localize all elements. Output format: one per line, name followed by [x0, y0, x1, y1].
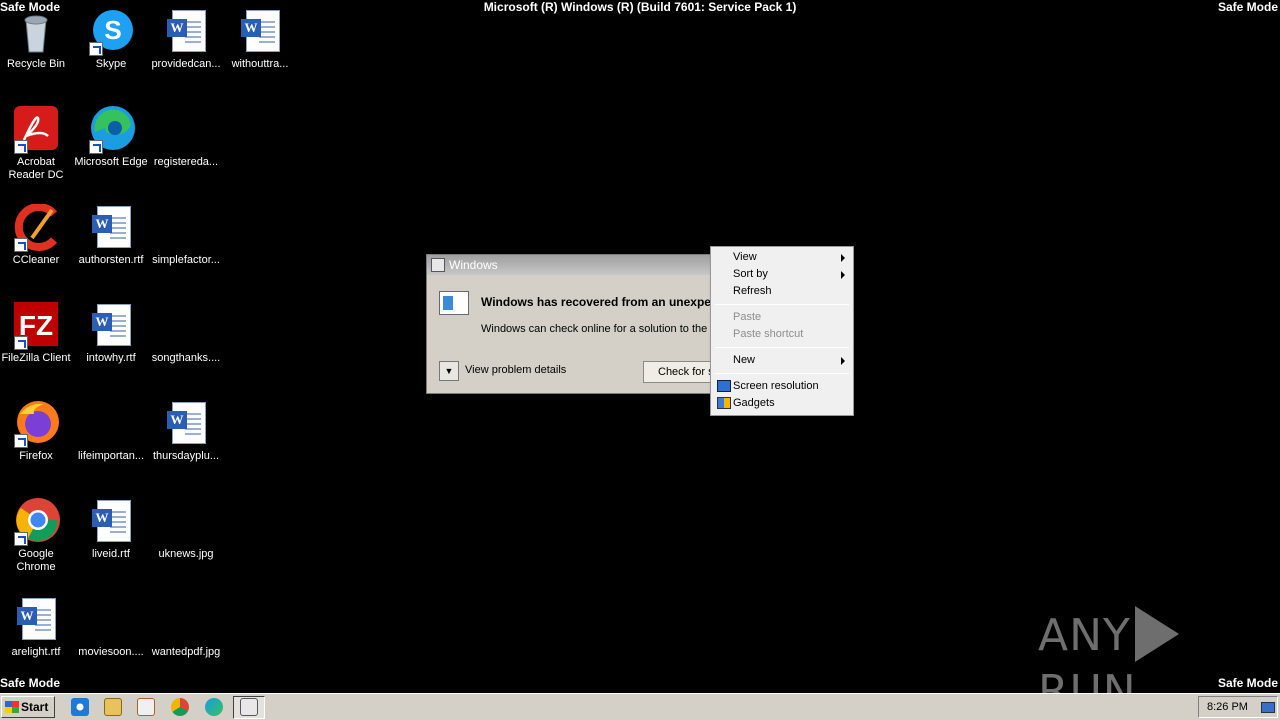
- dialog-title: Windows: [449, 258, 498, 272]
- filezilla-icon: FZ: [12, 302, 60, 350]
- word-document-icon: W: [87, 204, 135, 252]
- desktop-icon-uknews[interactable]: uknews.jpg: [148, 498, 224, 561]
- desktop-icon-authorsten[interactable]: W authorsten.rtf: [73, 204, 149, 267]
- menu-separator: [715, 304, 849, 305]
- menu-item-refresh[interactable]: Refresh: [713, 283, 851, 300]
- word-document-icon: W: [162, 400, 210, 448]
- menu-item-sort-by[interactable]: Sort by: [713, 266, 851, 283]
- dialog-title-bar[interactable]: Windows: [427, 255, 725, 275]
- details-toggle-button[interactable]: ▼: [439, 361, 459, 381]
- word-document-icon: W: [87, 302, 135, 350]
- acrobat-icon: [12, 106, 60, 154]
- play-logo-icon: [1134, 606, 1179, 662]
- desktop-icon-songthanks[interactable]: songthanks....: [148, 302, 224, 365]
- desktop-icon-acrobat[interactable]: Acrobat Reader DC: [0, 106, 74, 182]
- blank-file-icon: [162, 204, 210, 252]
- firefox-icon: [12, 400, 60, 448]
- desktop-icon-liveid[interactable]: W liveid.rtf: [73, 498, 149, 561]
- menu-item-new[interactable]: New: [713, 352, 851, 369]
- screen-resolution-icon: [717, 380, 731, 392]
- edge-taskbar-icon[interactable]: [205, 698, 223, 716]
- recovery-dialog: Windows Windows has recovered from an un…: [426, 254, 796, 394]
- gadgets-icon: [717, 397, 731, 409]
- blank-file-icon: [162, 498, 210, 546]
- word-document-icon: W: [87, 498, 135, 546]
- svg-text:S: S: [104, 15, 121, 45]
- media-player-icon[interactable]: [137, 698, 155, 716]
- blank-file-icon: [162, 596, 210, 644]
- recycle-bin-icon: [12, 8, 60, 56]
- menu-item-screen-resolution[interactable]: Screen resolution: [713, 378, 851, 395]
- system-tray: 8:26 PM: [1198, 696, 1278, 718]
- submenu-arrow-icon: [841, 357, 845, 365]
- menu-item-paste: Paste: [733, 311, 762, 323]
- file-explorer-icon[interactable]: [104, 698, 122, 716]
- windows-flag-icon: [5, 701, 19, 713]
- menu-item-view[interactable]: View: [713, 249, 851, 266]
- desktop-icon-filezilla[interactable]: FZ FileZilla Client: [0, 302, 74, 365]
- desktop-icon-wantedpdf[interactable]: wantedpdf.jpg: [148, 596, 224, 659]
- desktop-icon-ccleaner[interactable]: CCleaner: [0, 203, 74, 267]
- menu-item-paste-shortcut: Paste shortcut: [733, 328, 804, 340]
- desktop-icon-moviesoon[interactable]: moviesoon....: [73, 596, 149, 659]
- safe-mode-label-bottom-left: Safe Mode: [0, 676, 61, 690]
- ccleaner-icon: [12, 203, 60, 252]
- submenu-arrow-icon: [841, 254, 845, 262]
- show-desktop-icon[interactable]: [1261, 702, 1275, 713]
- start-button[interactable]: Start: [1, 696, 55, 718]
- clock[interactable]: 8:26 PM: [1207, 701, 1248, 713]
- taskbar-active-window-button[interactable]: [233, 696, 265, 719]
- desktop-icon-registereda[interactable]: registereda...: [148, 106, 224, 169]
- desktop-icon-firefox[interactable]: Firefox: [0, 400, 74, 463]
- window-icon: [431, 258, 445, 272]
- desktop-icon-google-chrome[interactable]: Google Chrome: [0, 498, 74, 574]
- word-document-icon: W: [12, 596, 60, 644]
- window-icon: [240, 698, 258, 716]
- monitor-icon: [439, 291, 469, 315]
- internet-explorer-icon[interactable]: [71, 698, 89, 716]
- desktop-icon-recycle-bin[interactable]: Recycle Bin: [0, 8, 74, 71]
- desktop-icon-providedcan[interactable]: W providedcan...: [148, 8, 224, 71]
- word-document-icon: W: [236, 8, 284, 56]
- submenu-arrow-icon: [841, 271, 845, 279]
- desktop-icon-microsoft-edge[interactable]: Microsoft Edge: [73, 106, 149, 169]
- desktop-icon-simplefactor[interactable]: simplefactor...: [148, 204, 224, 267]
- desktop-context-menu: View Sort by Refresh Paste Paste shortcu…: [710, 246, 854, 416]
- blank-file-icon: [162, 302, 210, 350]
- menu-separator: [715, 373, 849, 374]
- menu-item-gadgets[interactable]: Gadgets: [713, 395, 851, 412]
- edge-icon: [87, 106, 135, 154]
- view-problem-details-link[interactable]: View problem details: [465, 364, 566, 376]
- desktop-icon-thursdayplu[interactable]: W thursdayplu...: [148, 400, 224, 463]
- chrome-icon: [12, 498, 60, 546]
- taskbar: Start 8:26 PM: [0, 693, 1280, 720]
- blank-file-icon: [162, 106, 210, 154]
- blank-file-icon: [87, 400, 135, 448]
- desktop-icon-lifeimportan[interactable]: lifeimportan...: [73, 400, 149, 463]
- word-document-icon: W: [162, 8, 210, 56]
- chevron-down-icon: ▼: [444, 366, 454, 376]
- desktop-icon-intowhy[interactable]: W intowhy.rtf: [73, 302, 149, 365]
- chrome-taskbar-icon[interactable]: [171, 698, 189, 716]
- desktop-icon-skype[interactable]: S Skype: [73, 8, 149, 71]
- menu-separator: [715, 347, 849, 348]
- blank-file-icon: [87, 596, 135, 644]
- desktop-icon-withouttra[interactable]: W withouttra...: [222, 8, 298, 71]
- skype-icon: S: [87, 8, 135, 56]
- desktop-icon-arelight[interactable]: W arelight.rtf: [0, 596, 74, 659]
